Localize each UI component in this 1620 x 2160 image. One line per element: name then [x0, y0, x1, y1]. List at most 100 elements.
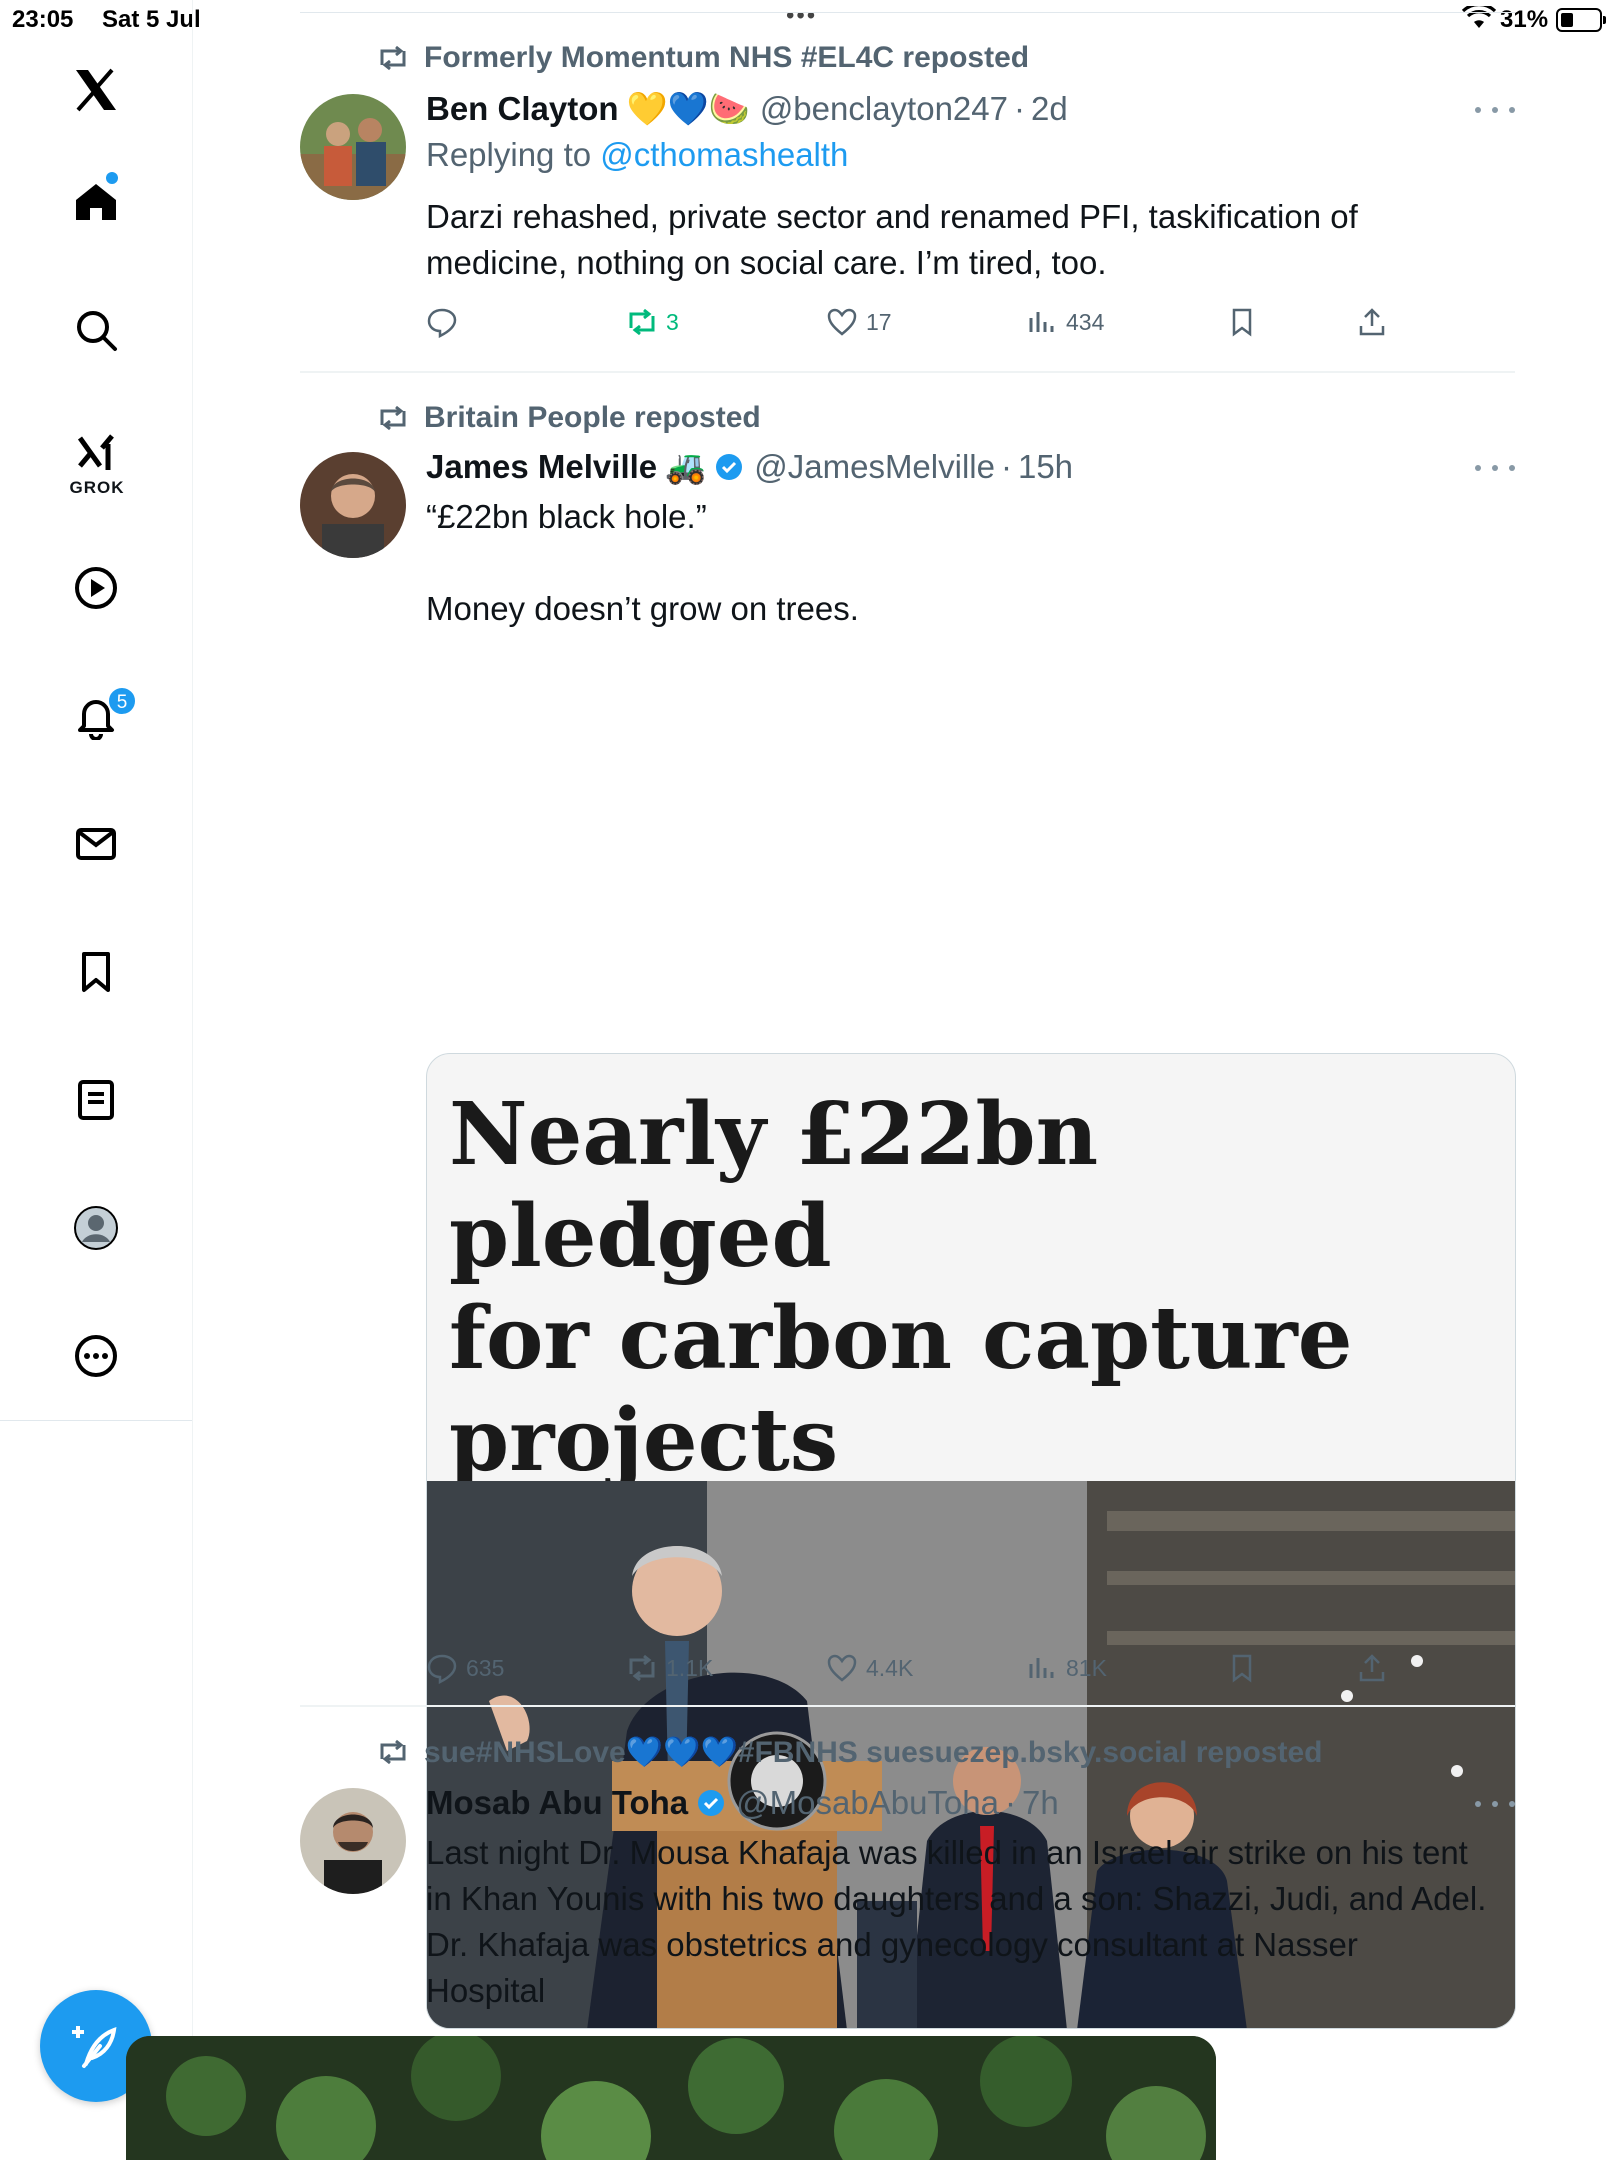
compose-feather-icon — [72, 2026, 117, 2068]
tweet-divider — [300, 371, 1515, 373]
tweet-text: “£22bn black hole.” Money doesn’t grow o… — [426, 494, 1516, 632]
home-unread-dot — [106, 172, 118, 184]
author-name[interactable]: James Melville — [426, 448, 657, 486]
author-handle[interactable]: @benclayton247 — [760, 90, 1008, 128]
bookmark-icon — [1232, 308, 1252, 337]
avatar[interactable] — [300, 1788, 406, 1894]
tweet-text-line: in Khan Younis with his two daughters an… — [426, 1880, 1487, 1917]
repost-icon — [380, 45, 406, 71]
author-name[interactable]: Ben Clayton — [426, 90, 619, 128]
tweet-more-icon[interactable] — [1475, 458, 1515, 478]
tweet-header: Mosab Abu Toha @MosabAbuToha · 7h — [426, 1782, 1059, 1824]
like-count: 4.4K — [866, 1654, 914, 1681]
x-logo-icon[interactable] — [66, 60, 126, 120]
bookmark-button[interactable] — [1226, 302, 1266, 342]
status-bar: 23:05 Sat 5 Jul ••• 31% — [0, 0, 1620, 40]
views-chart-icon — [1029, 312, 1054, 332]
tweet-text-line: medicine, nothing on social care. I’m ti… — [426, 244, 1107, 281]
battery-percent: 31% — [1500, 6, 1549, 33]
tweet-actions: 3 17 434 — [426, 302, 1426, 342]
tweet-text-line: Darzi rehashed, private sector and renam… — [426, 198, 1358, 235]
grok-icon[interactable] — [66, 424, 126, 484]
tweet-more-icon[interactable] — [1475, 100, 1515, 120]
author-emoji: 🚜 — [665, 447, 707, 485]
search-icon[interactable] — [66, 300, 126, 360]
tweet-item[interactable]: Formerly Momentum NHS #EL4C reposted Ben… — [300, 40, 1515, 370]
views-button[interactable]: 81K — [1026, 1648, 1107, 1688]
repost-context[interactable]: sue#NHSLove💙💙💙#FBNHS suesuezep.bsky.soci… — [376, 1734, 1322, 1770]
tweet-more-icon[interactable] — [1475, 1794, 1515, 1814]
profile-avatar-icon[interactable] — [66, 1198, 126, 1258]
notification-count-badge: 5 — [107, 686, 137, 716]
header-separator: · — [1014, 90, 1025, 127]
share-button[interactable] — [1356, 302, 1396, 342]
share-button[interactable] — [1356, 1648, 1396, 1688]
views-chart-icon — [1029, 1658, 1054, 1678]
sidebar-nav: GROK 5 — [0, 0, 193, 2160]
like-count: 17 — [866, 308, 892, 335]
repost-icon — [629, 1654, 655, 1682]
tweet-divider — [300, 1705, 1515, 1707]
reply-icon — [427, 1654, 457, 1684]
sidebar-divider — [0, 1420, 192, 1421]
lists-icon[interactable] — [66, 1070, 126, 1130]
tweet-header: James Melville 🚜 @JamesMelville · 15h — [426, 446, 1073, 488]
tweet-text-line: “£22bn black hole.” — [426, 498, 707, 535]
reply-icon — [427, 308, 457, 338]
avatar[interactable] — [300, 452, 406, 558]
tweet-header: Ben Clayton 💛💙🍉 @benclayton247 · 2d — [426, 88, 1068, 130]
verified-badge-icon[interactable] — [696, 1788, 726, 1818]
repost-button[interactable]: 1.1K — [626, 1648, 713, 1688]
author-handle[interactable]: @MosabAbuToha — [736, 1784, 999, 1822]
heart-icon — [827, 308, 857, 336]
timeline-top-divider — [300, 12, 1515, 13]
avatar[interactable] — [300, 94, 406, 200]
card-headline-line: for carbon capture — [449, 1288, 1353, 1389]
video-play-icon[interactable] — [66, 558, 126, 618]
repost-count: 3 — [666, 308, 679, 335]
bookmark-icon — [1232, 1654, 1252, 1683]
reply-button[interactable] — [426, 302, 466, 342]
tweet-text-blank-line — [426, 540, 1516, 586]
reply-count: 635 — [466, 1654, 505, 1681]
repost-icon — [629, 308, 655, 336]
like-button[interactable]: 4.4K — [826, 1648, 913, 1688]
messages-envelope-icon[interactable] — [66, 814, 126, 874]
view-count: 81K — [1066, 1654, 1107, 1681]
wifi-icon — [1462, 6, 1496, 28]
like-button[interactable]: 17 — [826, 302, 892, 342]
tweet-text-line: Hospital — [426, 1972, 546, 2009]
header-separator: · — [1004, 1784, 1016, 1821]
tweet-time[interactable]: 2d — [1031, 90, 1068, 128]
tweet-text-line: Last night Dr. Mousa Khafaja was killed … — [426, 1834, 1468, 1871]
replying-prefix: Replying to — [426, 136, 601, 173]
card-headline: Nearly £22bn pledged for carbon capture … — [449, 1084, 1489, 1492]
repost-context[interactable]: Britain People reposted — [376, 400, 761, 436]
author-handle[interactable]: @JamesMelville — [754, 448, 995, 486]
more-options-icon[interactable] — [66, 1326, 126, 1386]
replying-to-line: Replying to @cthomashealth — [426, 136, 848, 174]
bookmarks-icon[interactable] — [66, 942, 126, 1002]
repost-context[interactable]: Formerly Momentum NHS #EL4C reposted — [376, 40, 1029, 76]
reply-button[interactable]: 635 — [426, 1648, 504, 1688]
repost-by-text: sue#NHSLove💙💙💙#FBNHS suesuezep.bsky.soci… — [424, 1735, 1323, 1769]
grok-label: GROK — [69, 478, 125, 497]
heart-icon — [827, 1654, 857, 1682]
tweet-time[interactable]: 15h — [1018, 448, 1073, 486]
card-headline-line: Nearly £22bn pledged — [449, 1084, 1099, 1287]
verified-badge-icon[interactable] — [714, 452, 744, 482]
replying-mention[interactable]: @cthomashealth — [600, 136, 848, 173]
repost-button[interactable]: 3 — [626, 302, 679, 342]
views-button[interactable]: 434 — [1026, 302, 1104, 342]
repost-count: 1.1K — [666, 1654, 714, 1681]
tweet-item[interactable]: Britain People reposted James Melville 🚜… — [300, 400, 1516, 2029]
repost-icon — [380, 1739, 406, 1765]
bookmark-button[interactable] — [1226, 1648, 1266, 1688]
share-icon — [1359, 1654, 1385, 1682]
media-preview[interactable] — [126, 2036, 1216, 2160]
multitask-dots-icon[interactable]: ••• — [786, 2, 817, 30]
tweet-text: Last night Dr. Mousa Khafaja was killed … — [426, 1830, 1516, 2014]
tweet-text-line: Money doesn’t grow on trees. — [426, 590, 859, 627]
tweet-time[interactable]: 7h — [1022, 1784, 1059, 1822]
author-name[interactable]: Mosab Abu Toha — [426, 1784, 688, 1822]
